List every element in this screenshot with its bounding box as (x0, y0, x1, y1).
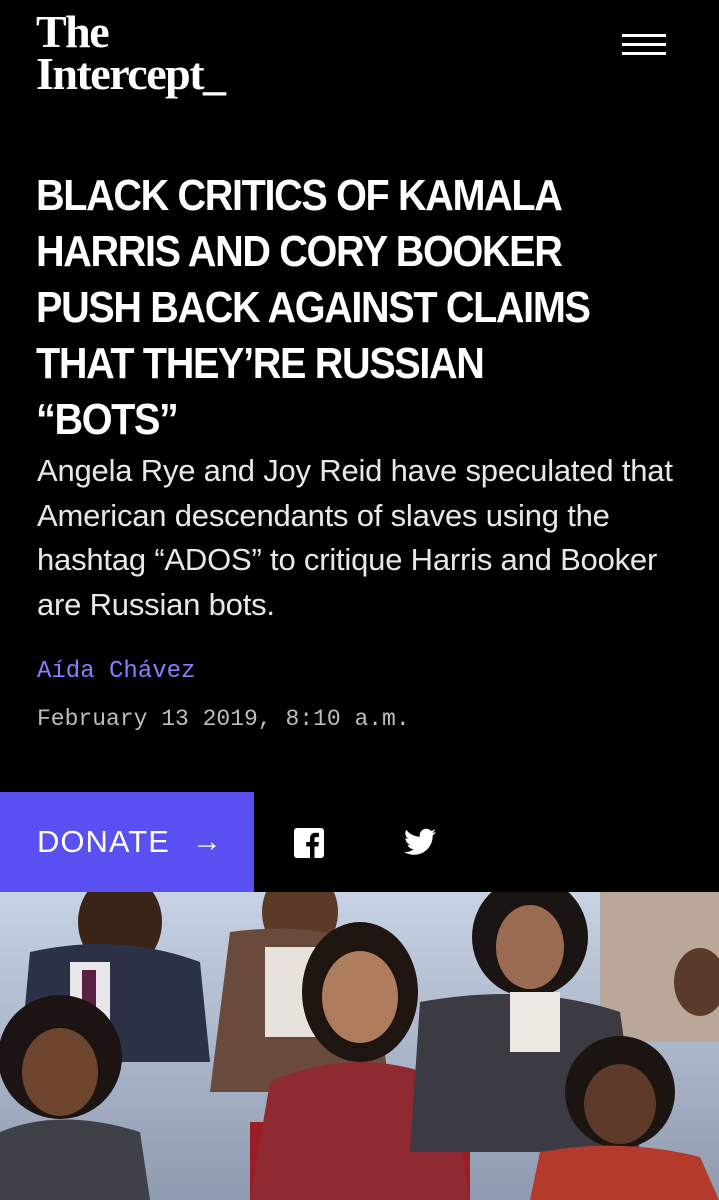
facebook-icon[interactable] (294, 828, 324, 858)
publish-date: February 13 2019, 8:10 a.m. (37, 706, 410, 732)
share-bar: DONATE → (0, 792, 719, 892)
donate-label: DONATE (37, 824, 170, 859)
logo-line-2: Intercept_ (36, 48, 226, 99)
article-headline: Black Critics of Kamala Harris and Cory … (36, 171, 591, 444)
twitter-icon[interactable] (404, 828, 436, 856)
site-logo[interactable]: The Intercept_ (36, 6, 226, 99)
site-header: The Intercept_ (0, 0, 719, 120)
hamburger-menu-icon[interactable] (622, 34, 666, 60)
donate-button[interactable]: DONATE → (0, 792, 254, 892)
logo-line-1: The (36, 6, 110, 57)
arrow-right-icon: → (191, 825, 222, 858)
article-dek: Angela Rye and Joy Reid have speculated … (37, 453, 673, 622)
hero-photo (0, 892, 719, 1200)
author-link[interactable]: Aída Chávez (37, 658, 195, 685)
